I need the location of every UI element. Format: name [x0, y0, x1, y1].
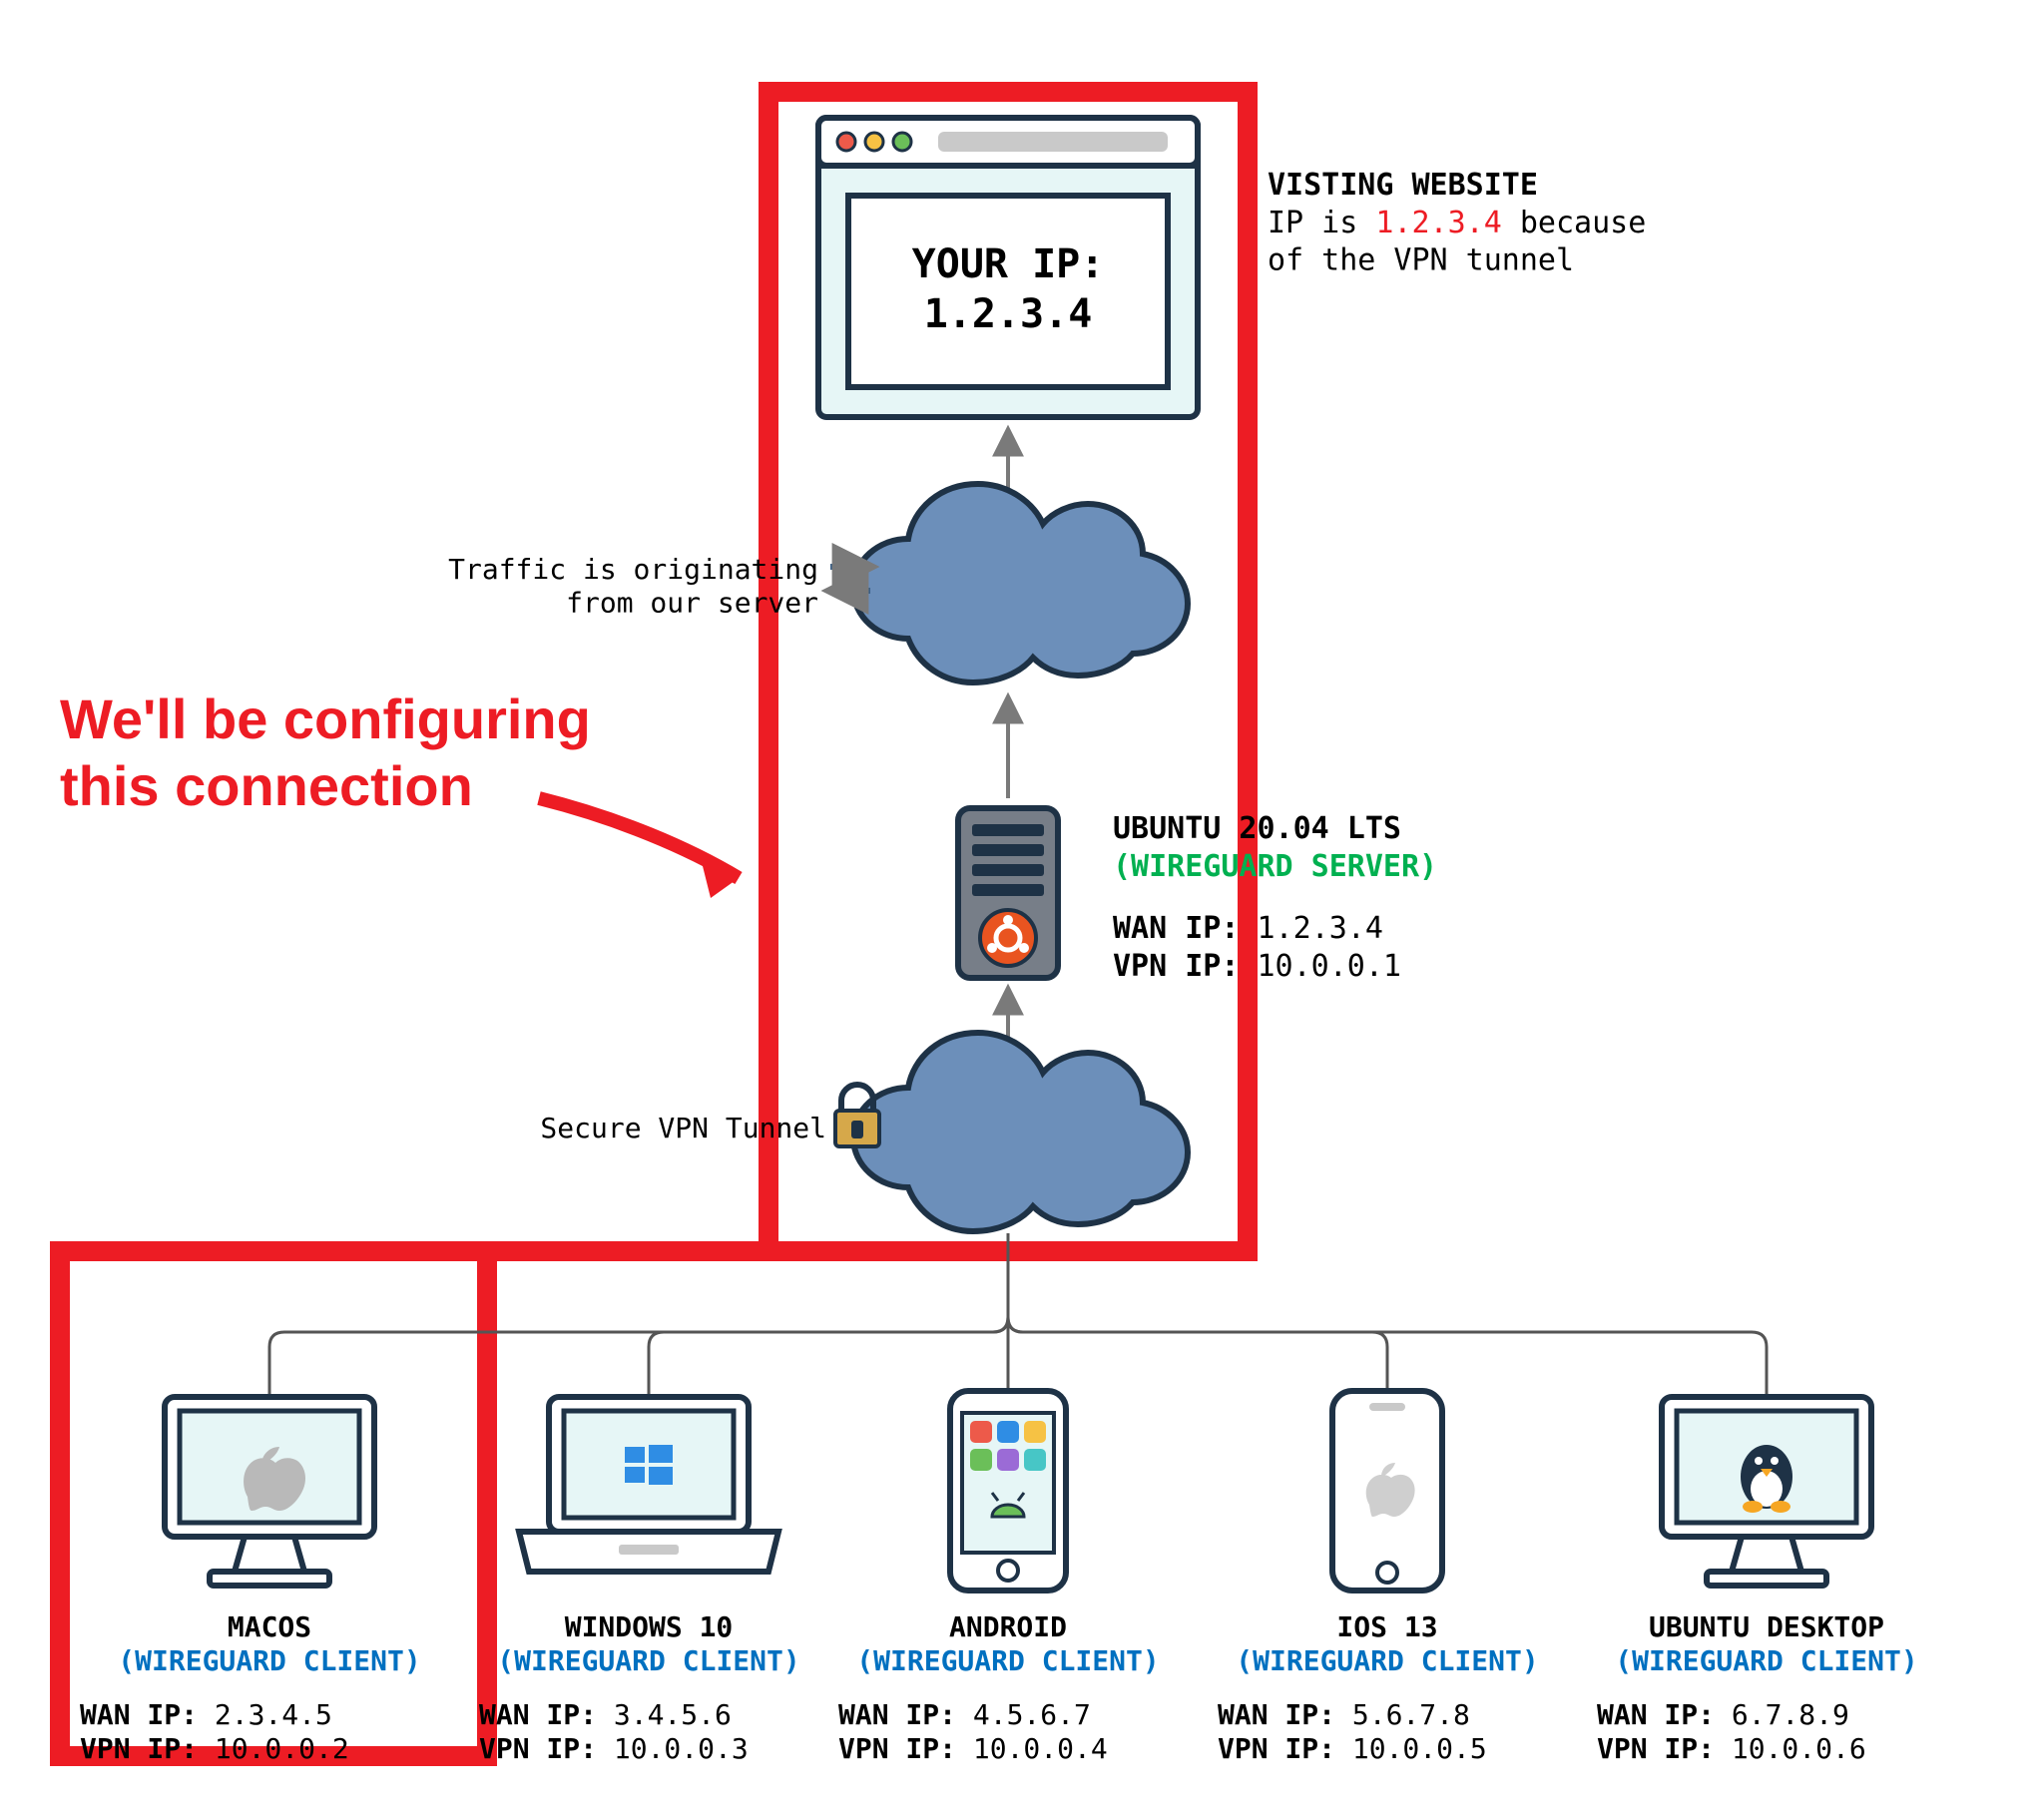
- tunnel-caption: Secure VPN Tunnel: [540, 1112, 826, 1144]
- highlight-arrow-icon: [539, 798, 739, 898]
- client-captions: MACOS (WIREGUARD CLIENT) WAN IP: 2.3.4.5…: [80, 1610, 1918, 1765]
- browser-ip-value: 1.2.3.4: [924, 291, 1093, 337]
- svg-text:VPN IP: 10.0.0.1: VPN IP: 10.0.0.1: [1113, 949, 1401, 984]
- urlbar-icon: [938, 132, 1168, 152]
- client-name: IOS 13: [1336, 1610, 1437, 1643]
- client-name: UBUNTU DESKTOP: [1649, 1610, 1884, 1643]
- svg-text:WAN IP: 4.5.6.7: WAN IP: 4.5.6.7: [838, 1698, 1091, 1731]
- ubuntu-server-icon: [958, 808, 1058, 978]
- traffic-close-icon: [837, 133, 855, 151]
- speaker-icon: [1369, 1403, 1405, 1411]
- svg-text:VPN IP: 10.0.0.5: VPN IP: 10.0.0.5: [1218, 1732, 1487, 1765]
- svg-text:VPN IP: 10.0.0.3: VPN IP: 10.0.0.3: [479, 1732, 749, 1765]
- internet-cloud-icon: [853, 484, 1188, 682]
- browser-ip-label: YOUR IP:: [912, 241, 1105, 287]
- client-macos: [165, 1397, 374, 1586]
- server-role: (WIREGUARD SERVER): [1113, 849, 1437, 884]
- vpn-cloud-icon: [853, 1033, 1188, 1231]
- traffic-min-icon: [865, 133, 883, 151]
- client-name: MACOS: [228, 1610, 311, 1643]
- client-role: (WIREGUARD CLIENT): [856, 1644, 1159, 1677]
- tux-logo-icon: [1741, 1445, 1792, 1513]
- svg-text:VPN IP: 10.0.0.6: VPN IP: 10.0.0.6: [1597, 1732, 1866, 1765]
- svg-text:Traffic is originating from ou: Traffic is originating from our server: [448, 553, 818, 620]
- website-caption: VISTING WEBSITE IP is 1.2.3.4 becauseof …: [1268, 168, 1646, 278]
- client-ubuntu-desktop: [1662, 1397, 1871, 1586]
- client-ios: [1332, 1391, 1442, 1590]
- client-role: (WIREGUARD CLIENT): [1236, 1644, 1538, 1677]
- client-name: ANDROID: [949, 1610, 1067, 1643]
- svg-text:WAN IP: 3.4.5.6: WAN IP: 3.4.5.6: [479, 1698, 732, 1731]
- svg-text:IP is 1.2.3.4 becauseof the VP: IP is 1.2.3.4 becauseof the VPN tunnel: [1268, 206, 1646, 278]
- server-title: UBUNTU 20.04 LTS: [1113, 811, 1401, 846]
- client-android: [950, 1391, 1066, 1590]
- client-name: WINDOWS 10: [565, 1610, 734, 1643]
- client-role: (WIREGUARD CLIENT): [118, 1644, 420, 1677]
- server-caption: UBUNTU 20.04 LTS (WIREGUARD SERVER) WAN …: [1113, 811, 1437, 984]
- svg-text:WAN IP: 2.3.4.5: WAN IP: 2.3.4.5: [80, 1698, 332, 1731]
- svg-text:WAN IP: 5.6.7.8: WAN IP: 5.6.7.8: [1218, 1698, 1470, 1731]
- traffic-caption: Traffic is originating from our server: [448, 553, 818, 620]
- svg-text:VPN IP: 10.0.0.4: VPN IP: 10.0.0.4: [838, 1732, 1108, 1765]
- lock-icon: [835, 1085, 879, 1146]
- browser-window: YOUR IP: 1.2.3.4: [818, 118, 1198, 417]
- website-caption-title: VISTING WEBSITE: [1268, 168, 1538, 203]
- client-role: (WIREGUARD CLIENT): [497, 1644, 799, 1677]
- highlight-text: We'll be configuringthis connection: [60, 687, 591, 817]
- svg-text:WAN IP: 6.7.8.9: WAN IP: 6.7.8.9: [1597, 1698, 1849, 1731]
- svg-text:WAN IP: 1.2.3.4: WAN IP: 1.2.3.4: [1113, 911, 1383, 946]
- traffic-max-icon: [893, 133, 911, 151]
- client-windows: [519, 1397, 778, 1572]
- svg-text:VPN IP: 10.0.0.2: VPN IP: 10.0.0.2: [80, 1732, 349, 1765]
- client-role: (WIREGUARD CLIENT): [1615, 1644, 1917, 1677]
